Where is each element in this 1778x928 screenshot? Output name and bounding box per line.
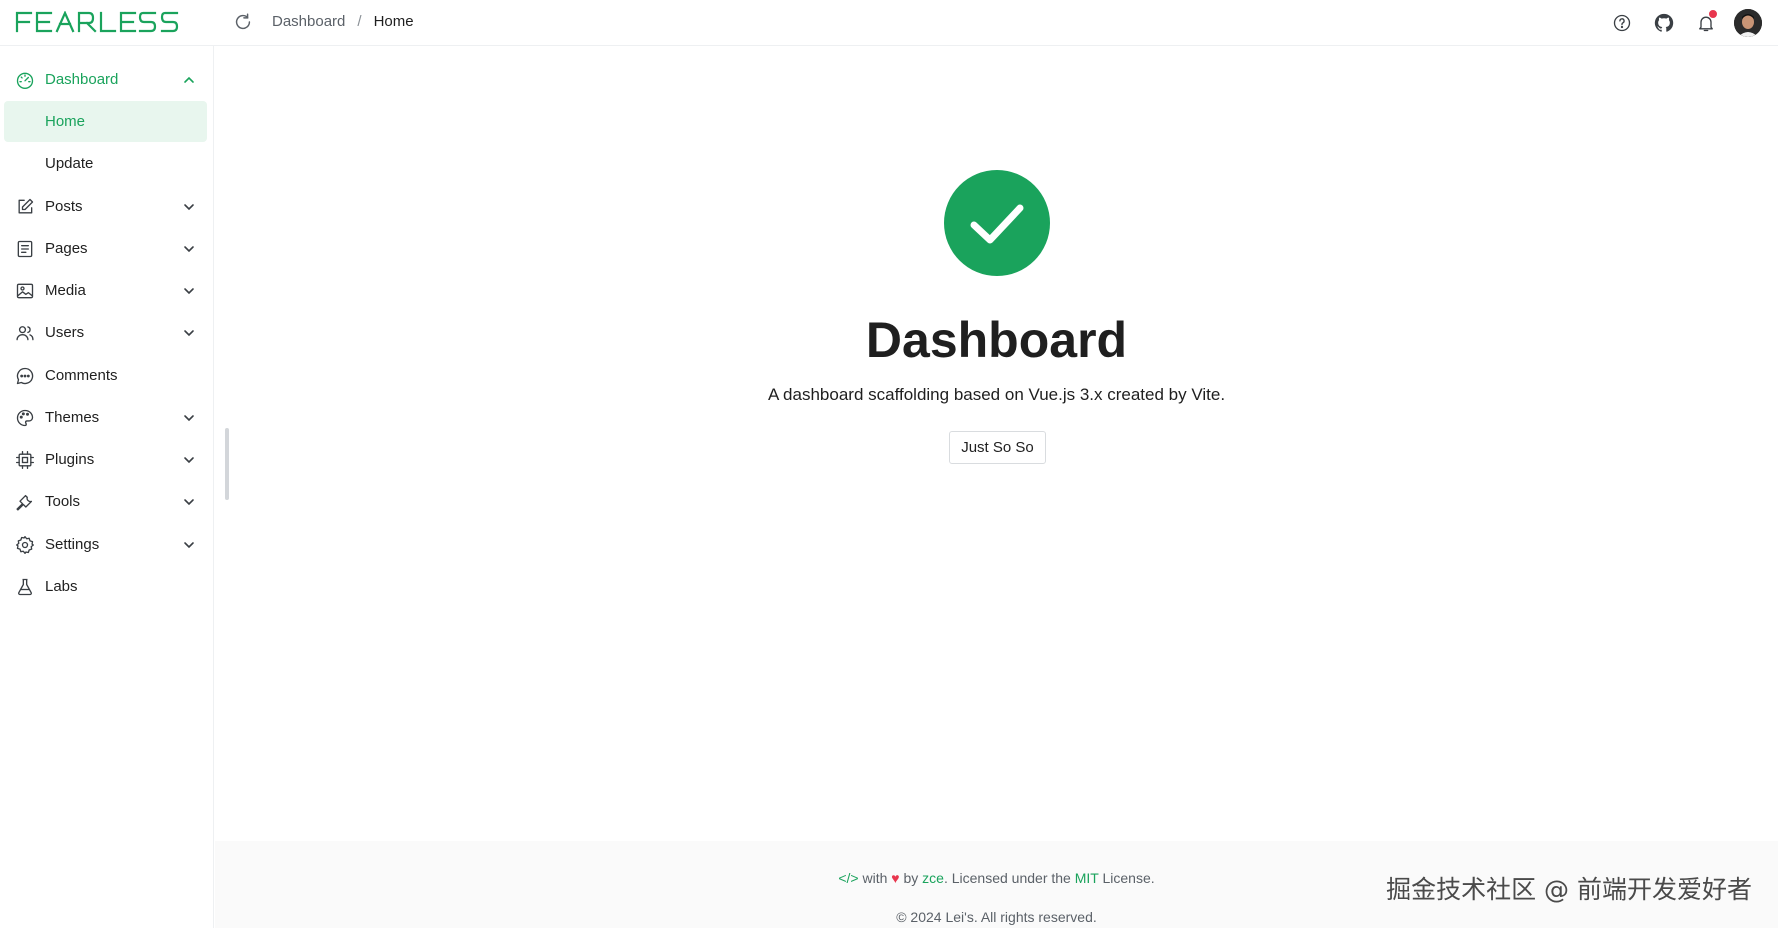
- settings-icon: [15, 535, 35, 555]
- top-header: Dashboard / Home: [0, 0, 1778, 46]
- breadcrumb-home: Home: [373, 13, 414, 30]
- chevron-up-icon: [181, 72, 197, 88]
- sidebar-item-tools[interactable]: Tools: [4, 481, 207, 522]
- chevron-down-icon: [181, 494, 197, 510]
- just-so-so-button[interactable]: Just So So: [949, 431, 1046, 464]
- chevron-down-icon: [181, 283, 197, 299]
- brand-logo[interactable]: [15, 11, 195, 35]
- sidebar-item-label: Settings: [45, 536, 100, 553]
- breadcrumb-dashboard[interactable]: Dashboard: [272, 13, 345, 30]
- sidebar-item-dashboard[interactable]: Dashboard: [4, 59, 207, 100]
- sidebar-item-posts[interactable]: Posts: [4, 186, 207, 227]
- users-icon: [15, 323, 35, 343]
- page-subtitle: A dashboard scaffolding based on Vue.js …: [767, 385, 1226, 404]
- code-icon: </>: [838, 870, 859, 886]
- heart-icon: ♥: [891, 870, 900, 886]
- license-link[interactable]: MIT: [1075, 870, 1099, 886]
- footer-copyright: © 2024 Lei's. All rights reserved.: [896, 909, 1097, 925]
- bell-icon[interactable]: [1692, 9, 1720, 37]
- notification-dot: [1708, 9, 1718, 19]
- pages-icon: [15, 239, 35, 259]
- posts-icon: [15, 197, 35, 217]
- footer-licensed: . Licensed under the: [943, 870, 1071, 886]
- main-content: Dashboard A dashboard scaffolding based …: [215, 46, 1778, 841]
- footer-with: with: [862, 870, 888, 886]
- reload-icon[interactable]: [232, 11, 254, 33]
- sidebar-item-label: Labs: [45, 578, 78, 595]
- comments-icon: [15, 366, 35, 386]
- chevron-down-icon: [181, 241, 197, 257]
- sidebar-item-label: Posts: [45, 198, 83, 215]
- header-actions: [1608, 9, 1762, 37]
- breadcrumb-separator: /: [357, 13, 362, 30]
- sidebar-item-pages[interactable]: Pages: [4, 228, 207, 269]
- plugins-icon: [15, 450, 35, 470]
- chevron-down-icon: [181, 452, 197, 468]
- sidebar-item-users[interactable]: Users: [4, 312, 207, 353]
- sidebar-item-home[interactable]: Home: [4, 101, 207, 142]
- sidebar-item-update[interactable]: Update: [4, 143, 207, 184]
- themes-icon: [15, 408, 35, 428]
- sidebar-item-settings[interactable]: Settings: [4, 524, 207, 565]
- footer-by: by: [903, 870, 919, 886]
- dashboard-icon: [15, 70, 35, 90]
- sidebar-item-label: Home: [45, 113, 86, 130]
- watermark: 掘金技术社区 @ 前端开发爱好者: [1386, 875, 1752, 904]
- sidebar-item-plugins[interactable]: Plugins: [4, 439, 207, 480]
- breadcrumb: Dashboard / Home: [272, 13, 414, 30]
- flask-icon: [15, 577, 35, 597]
- sidebar-item-label: Tools: [45, 493, 81, 510]
- chevron-down-icon: [181, 325, 197, 341]
- sidebar-item-label: Update: [45, 155, 94, 172]
- media-icon: [15, 281, 35, 301]
- sidebar-item-themes[interactable]: Themes: [4, 397, 207, 438]
- sidebar-item-label: Users: [45, 324, 85, 341]
- sidebar-item-label: Themes: [45, 409, 100, 426]
- sidebar-item-label: Media: [45, 282, 86, 299]
- author-link[interactable]: zce: [922, 870, 944, 886]
- sidebar-item-labs[interactable]: Labs: [4, 566, 207, 607]
- footer-license-suffix: License.: [1102, 870, 1155, 886]
- chevron-down-icon: [181, 537, 197, 553]
- sidebar-item-label: Plugins: [45, 451, 95, 468]
- page-title: Dashboard: [865, 312, 1128, 368]
- avatar[interactable]: [1734, 9, 1762, 37]
- sidebar-item-comments[interactable]: Comments: [4, 355, 207, 396]
- sidebar-item-label: Pages: [45, 240, 88, 257]
- sidebar: Dashboard Home Update Posts Pages Media …: [0, 46, 214, 928]
- fearless-logo: [15, 11, 179, 33]
- github-icon[interactable]: [1650, 9, 1678, 37]
- sidebar-item-label: Dashboard: [45, 71, 119, 88]
- tools-icon: [15, 492, 35, 512]
- sidebar-item-media[interactable]: Media: [4, 270, 207, 311]
- success-check-icon: [944, 170, 1050, 276]
- chevron-down-icon: [181, 199, 197, 215]
- chevron-down-icon: [181, 410, 197, 426]
- help-icon[interactable]: [1608, 9, 1636, 37]
- sidebar-item-label: Comments: [45, 367, 118, 384]
